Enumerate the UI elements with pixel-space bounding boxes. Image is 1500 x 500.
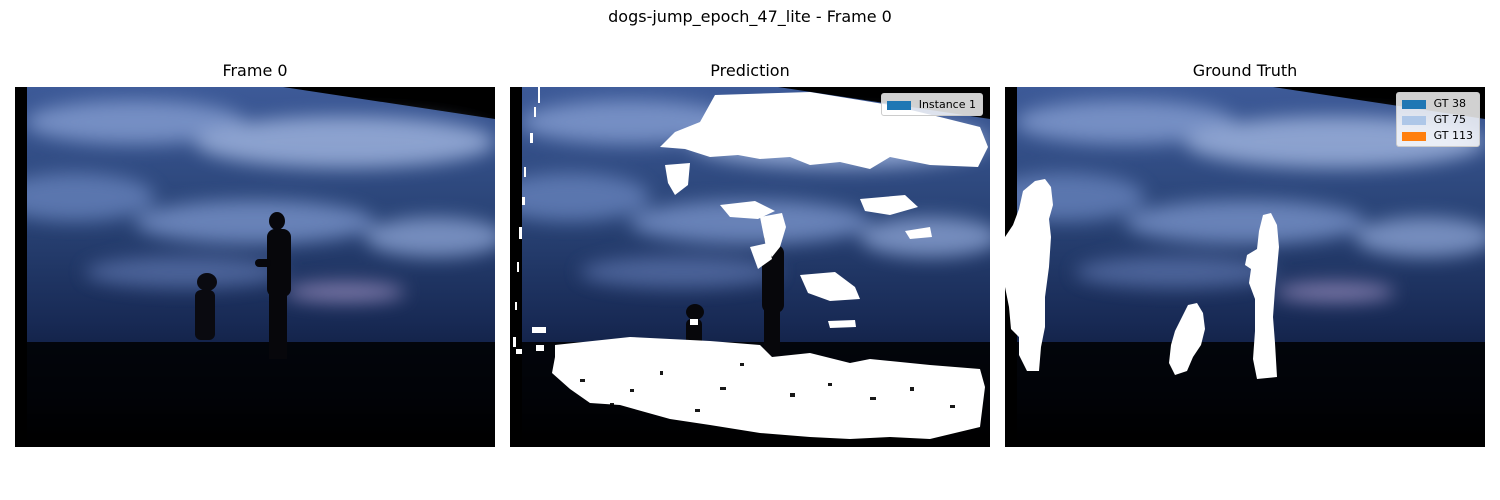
- ground-truth-legend: GT 38 GT 75 GT 113: [1395, 92, 1480, 147]
- frame-image: [15, 87, 495, 447]
- legend-item-gt-38: GT 38: [1401, 96, 1473, 112]
- panel-title-ground-truth: Ground Truth: [1192, 61, 1298, 80]
- legend-item-instance-1: Instance 1: [886, 97, 976, 113]
- prediction-image: Instance 1: [510, 87, 990, 447]
- dog-silhouette: [195, 273, 217, 340]
- legend-label: Instance 1: [918, 98, 976, 111]
- legend-swatch: [1401, 115, 1426, 125]
- legend-swatch: [1401, 99, 1426, 109]
- ground-truth-image: GT 38 GT 75 GT 113: [1005, 87, 1485, 447]
- figure-title: dogs-jump_epoch_47_lite - Frame 0: [608, 7, 892, 26]
- panel-title-prediction: Prediction: [710, 61, 790, 80]
- panel-title-frame: Frame 0: [222, 61, 288, 80]
- frame-scene: [15, 87, 495, 447]
- prediction-scene: [510, 87, 990, 447]
- legend-swatch: [1401, 131, 1426, 141]
- legend-swatch: [886, 100, 911, 110]
- legend-item-gt-75: GT 75: [1401, 112, 1473, 128]
- legend-item-gt-113: GT 113: [1401, 128, 1473, 144]
- prediction-legend: Instance 1: [880, 93, 983, 116]
- legend-label: GT 113: [1433, 129, 1473, 142]
- legend-label: GT 75: [1433, 113, 1467, 126]
- legend-label: GT 38: [1433, 97, 1467, 110]
